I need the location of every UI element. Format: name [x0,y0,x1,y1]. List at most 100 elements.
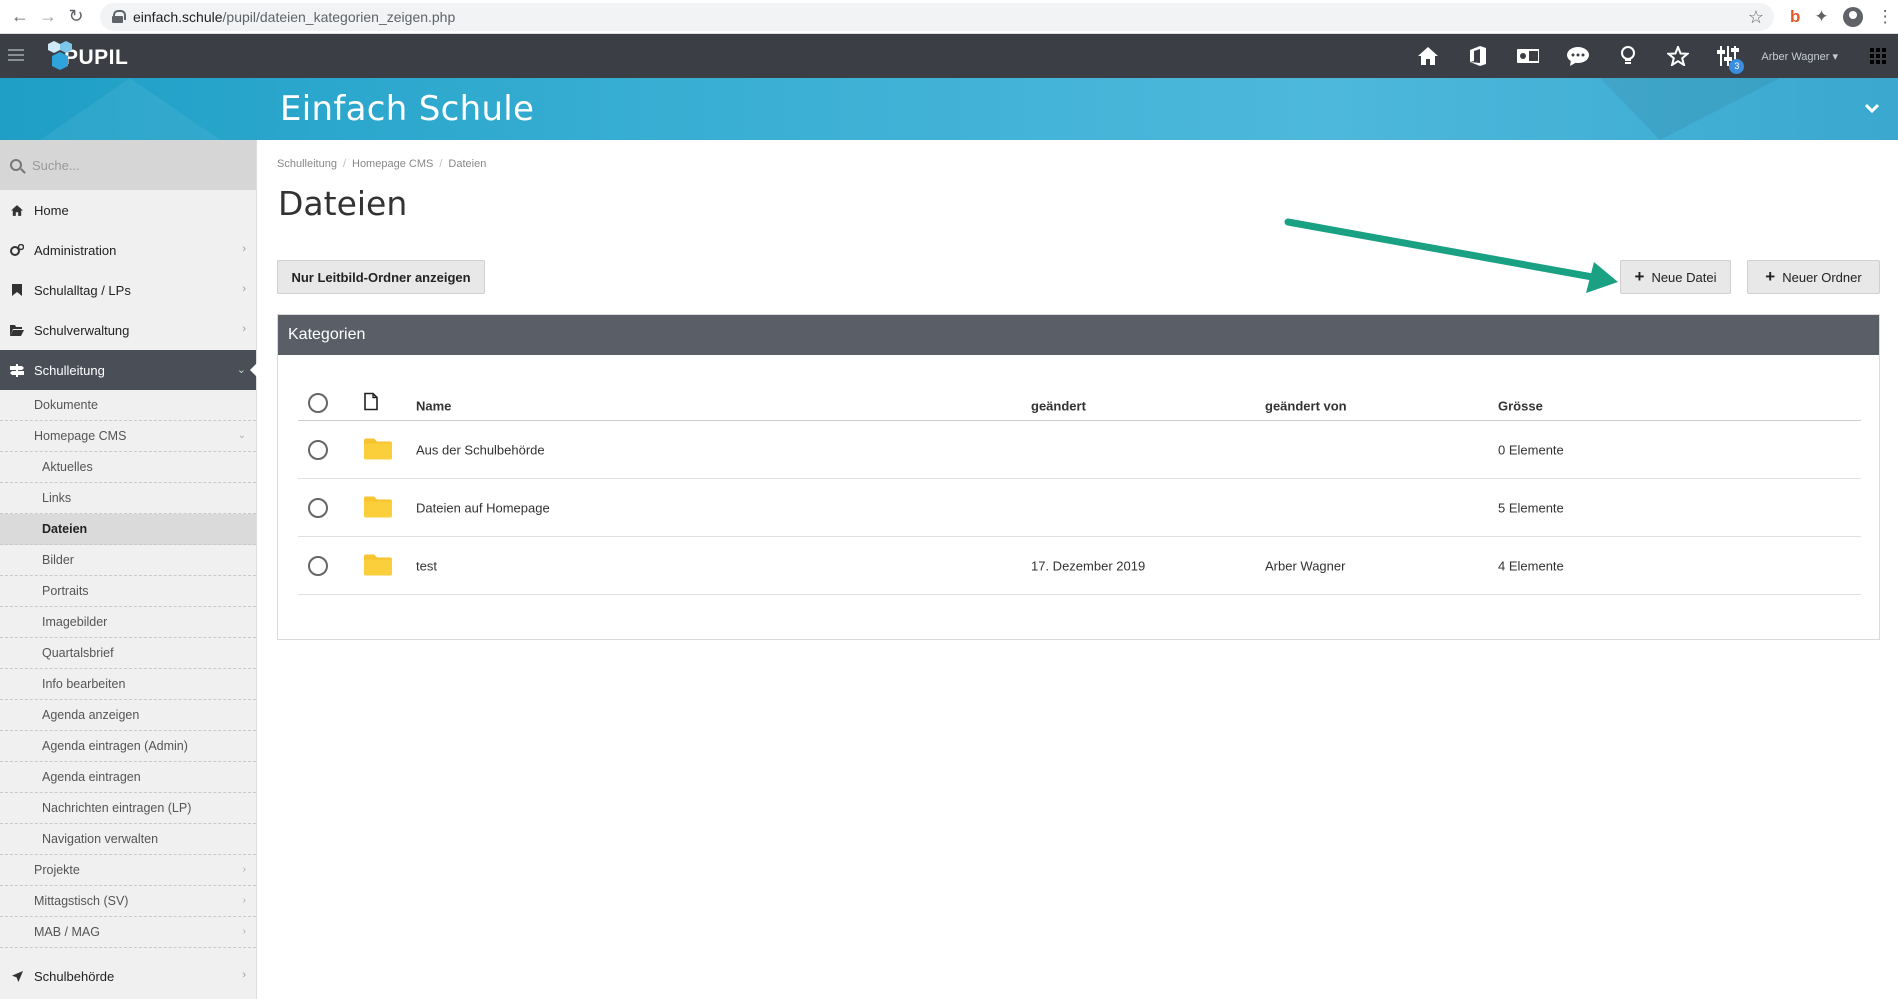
lightbulb-icon[interactable] [1603,34,1653,78]
sidebar-subitem-label: MAB / MAG [34,925,100,939]
select-all-radio[interactable] [308,392,328,413]
changed-by: Arber Wagner [1265,558,1346,573]
sidebar-item-schulbehoerde[interactable]: Schulbehörde › [0,956,256,996]
banner-title: Einfach Schule [280,89,535,129]
sidebar-subitem-label: Imagebilder [42,615,108,629]
folder-name-link[interactable]: test [416,558,437,573]
search-input[interactable]: Suche... [32,158,80,173]
office-icon[interactable] [1453,34,1503,78]
new-folder-button[interactable]: + Neuer Ordner [1747,260,1880,294]
sidebar-subitem-label: Quartalsbrief [42,646,114,660]
hamburger-icon[interactable] [8,46,24,66]
table-row[interactable]: test 17. Dezember 2019 Arber Wagner 4 El… [298,537,1861,595]
sidebar-search[interactable]: Suche... [0,140,256,190]
sidebar-subitem-agenda-eintragen[interactable]: Agenda eintragen [0,762,256,793]
row-select-radio[interactable] [308,497,328,518]
puzzle-icon[interactable]: ✦ [1814,7,1828,27]
chevron-right-icon: › [242,969,246,981]
sidebar-subitem-bilder[interactable]: Bilder [0,545,256,576]
back-icon[interactable]: ← [6,3,34,31]
sidebar-subitem-dokumente[interactable]: Dokumente [0,390,256,421]
sidebar-subitem-imagebilder[interactable]: Imagebilder [0,607,256,638]
chevron-right-icon: › [242,283,246,295]
changed-date: 17. Dezember 2019 [1031,558,1146,573]
menu-kebab-icon[interactable]: ⋮ [1877,7,1894,27]
row-select-radio[interactable] [308,439,328,460]
categories-panel: Kategorien Name geändert geändert von Gr… [277,314,1880,640]
column-header-changed-by[interactable]: geändert von [1265,399,1347,414]
pupil-logo[interactable]: PUPIL [44,38,128,74]
sidebar-subitem-nachrichten-eintragen[interactable]: Nachrichten eintragen (LP) [0,793,256,824]
notification-badge: 3 [1729,59,1745,74]
sidebar-subitem-dateien[interactable]: Dateien [0,514,256,545]
sidebar-subitem-portraits[interactable]: Portraits [0,576,256,607]
sidebar-subitem-links[interactable]: Links [0,483,256,514]
chevron-down-icon: ⌄ [237,430,246,441]
sidebar: Suche... Home Administration › Schulallt… [0,140,257,999]
panel-title-text: Kategorien [288,326,366,343]
chevron-right-icon: › [242,895,246,906]
extension-icon[interactable]: b [1790,7,1800,27]
breadcrumb: Schulleitung / Homepage CMS / Dateien [277,158,487,170]
sidebar-subitem-info-bearbeiten[interactable]: Info bearbeiten [0,669,256,700]
chevron-right-icon: › [242,926,246,937]
app-header: PUPIL 3 Arber Wagner ▾ [0,34,1898,78]
reload-icon[interactable]: ↻ [62,3,90,31]
profile-icon[interactable] [1842,6,1863,27]
breadcrumb-item[interactable]: Homepage CMS [352,158,433,170]
folder-icon [364,553,392,578]
chevron-right-icon: › [242,864,246,875]
sidebar-subitem-aktuelles[interactable]: Aktuelles [0,452,256,483]
chat-icon[interactable] [1553,34,1603,78]
column-header-name[interactable]: Name [416,399,451,414]
column-header-size[interactable]: Grösse [1498,399,1543,414]
leitbild-filter-button[interactable]: Nur Leitbild-Ordner anzeigen [277,260,485,294]
table-row[interactable]: Aus der Schulbehörde 0 Elemente [298,421,1861,479]
sidebar-subitem-projekte[interactable]: Projekte › [0,855,256,886]
folder-open-icon [10,324,24,336]
location-arrow-icon [10,970,24,982]
cogs-icon [10,244,24,256]
address-bar[interactable]: einfach.schule/pupil/dateien_kategorien_… [100,2,1774,31]
sidebar-subitem-label: Dateien [42,522,88,536]
home-icon[interactable] [1403,34,1453,78]
sidebar-subitem-agenda-eintragen-admin[interactable]: Agenda eintragen (Admin) [0,731,256,762]
column-header-changed[interactable]: geändert [1031,399,1086,414]
sidebar-item-home[interactable]: Home [0,190,256,230]
user-menu[interactable]: Arber Wagner ▾ [1761,50,1838,63]
panel-title: Kategorien [278,315,1879,355]
breadcrumb-item[interactable]: Schulleitung [277,158,337,170]
sidebar-subitem-navigation-verwalten[interactable]: Navigation verwalten [0,824,256,855]
sidebar-item-label: Schulbehörde [34,968,115,984]
button-label: Neuer Ordner [1782,269,1862,285]
sidebar-item-schulleitung[interactable]: Schulleitung ⌄ [0,350,257,390]
signpost-icon [10,363,24,377]
sidebar-subitem-label: Aktuelles [42,460,93,474]
sidebar-item-schulalltag[interactable]: Schulalltag / LPs › [0,270,256,310]
outlook-icon[interactable] [1503,34,1553,78]
favorites-star-icon[interactable] [1653,34,1703,78]
sidebar-subitem-homepage-cms[interactable]: Homepage CMS ⌄ [0,421,256,452]
bookmark-star-icon[interactable]: ☆ [1748,7,1764,28]
sidebar-subitem-label: Nachrichten eintragen (LP) [42,801,192,815]
sidebar-subitem-agenda-anzeigen[interactable]: Agenda anzeigen [0,700,256,731]
table-row[interactable]: Dateien auf Homepage 5 Elemente [298,479,1861,537]
sidebar-subitem-label: Agenda anzeigen [42,708,140,722]
sidebar-subitem-quartalsbrief[interactable]: Quartalsbrief [0,638,256,669]
forward-icon[interactable]: → [34,3,62,31]
folder-name-link[interactable]: Dateien auf Homepage [416,500,550,515]
apps-grid-icon[interactable] [1858,48,1898,64]
settings-sliders-icon[interactable]: 3 [1703,34,1753,78]
sidebar-item-administration[interactable]: Administration › [0,230,256,270]
sidebar-subitem-mittagstisch[interactable]: Mittagstisch (SV) › [0,886,256,917]
school-banner: Einfach Schule [0,78,1898,140]
sidebar-subitem-label: Navigation verwalten [42,832,159,846]
sidebar-item-schulverwaltung[interactable]: Schulverwaltung › [0,310,256,350]
sidebar-subitem-mab-mag[interactable]: MAB / MAG › [0,917,256,948]
sidebar-item-label: Schulverwaltung [34,322,130,338]
folder-name-link[interactable]: Aus der Schulbehörde [416,442,545,457]
chevron-down-icon[interactable] [1864,100,1880,116]
browser-toolbar: ← → ↻ einfach.schule/pupil/dateien_kateg… [0,0,1898,34]
row-select-radio[interactable] [308,555,328,576]
folder-icon [364,495,392,520]
